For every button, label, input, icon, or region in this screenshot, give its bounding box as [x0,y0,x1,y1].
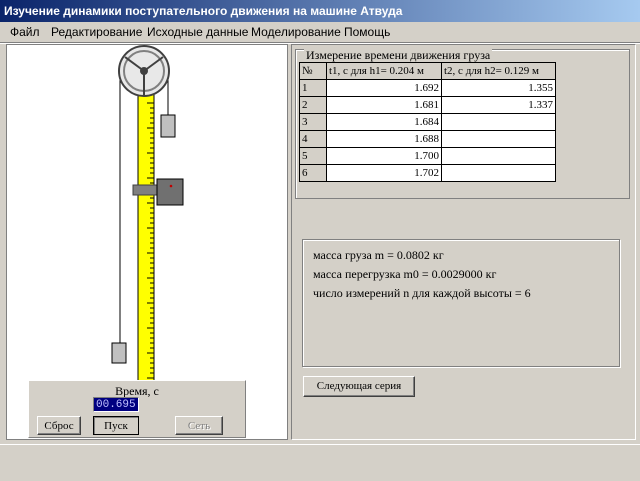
measurement-table: № t1, с для h1= 0.204 м t2, с для h2= 0.… [299,62,556,182]
measurement-group-label: Измерение времени движения груза [304,48,493,63]
menu-initial-data[interactable]: Исходные данные [147,25,248,39]
next-series-button[interactable]: Следующая серия [303,376,415,397]
menu-edit[interactable]: Редактирование [51,25,142,39]
clamp-block [156,178,184,206]
info-box: масса груза m = 0.0802 кг масса перегруз… [302,239,620,367]
t2-cell[interactable] [441,113,556,131]
t1-cell[interactable]: 1.702 [326,164,442,182]
reset-button[interactable]: Сброс [37,416,81,435]
table-row: 3 1.684 [299,113,556,131]
count-text: число измерений n для каждой высоты = 6 [313,286,531,300]
window-title: Изучение динамики поступательного движен… [0,0,640,22]
t2-cell[interactable]: 1.355 [441,79,556,97]
t1-cell[interactable]: 1.681 [326,96,442,114]
menu-modeling[interactable]: Моделирование [251,25,341,39]
column-header: t2, с для h2= 0.129 м [441,62,556,80]
clamp-dot [169,184,173,188]
row-index: 3 [299,113,327,131]
menu-help[interactable]: Помощь [344,25,390,39]
measurement-group: Измерение времени движения груза № t1, с… [295,48,630,199]
row-index: 2 [299,96,327,114]
time-display: 00.695 [93,397,139,412]
table-row: 5 1.700 [299,147,556,165]
t1-cell[interactable]: 1.688 [326,130,442,148]
net-button[interactable]: Сеть [175,416,223,435]
t2-cell[interactable] [441,147,556,165]
row-index: 4 [299,130,327,148]
right-weight [160,114,176,138]
t1-cell[interactable]: 1.684 [326,113,442,131]
table-row: 2 1.681 1.337 [299,96,556,114]
mass-text: масса груза m = 0.0802 кг [313,248,444,262]
table-header-row: № t1, с для h1= 0.204 м t2, с для h2= 0.… [299,62,556,80]
t2-cell[interactable] [441,130,556,148]
pulley-icon [118,45,170,97]
control-panel: Время, с 00.695 Сброс Пуск Сеть [28,380,246,438]
column-header: t1, с для h1= 0.204 м [326,62,442,80]
results-panel: Измерение времени движения груза № t1, с… [291,44,636,440]
table-row: 4 1.688 [299,130,556,148]
table-row: 1 1.692 1.355 [299,79,556,97]
menu-bar: Файл Редактирование Исходные данные Моде… [0,22,640,42]
column-header: № [299,62,327,80]
overload-text: масса перегрузка m0 = 0.0029000 кг [313,267,497,281]
status-bar [0,444,640,481]
t2-cell[interactable]: 1.337 [441,96,556,114]
table-row: 6 1.702 [299,164,556,182]
row-index: 6 [299,164,327,182]
menu-file[interactable]: Файл [10,25,40,39]
simulation-panel: Время, с 00.695 Сброс Пуск Сеть [6,44,288,440]
row-index: 1 [299,79,327,97]
t2-cell[interactable] [441,164,556,182]
start-button[interactable]: Пуск [93,416,139,435]
t1-cell[interactable]: 1.700 [326,147,442,165]
t1-cell[interactable]: 1.692 [326,79,442,97]
row-index: 5 [299,147,327,165]
left-weight [111,342,127,364]
